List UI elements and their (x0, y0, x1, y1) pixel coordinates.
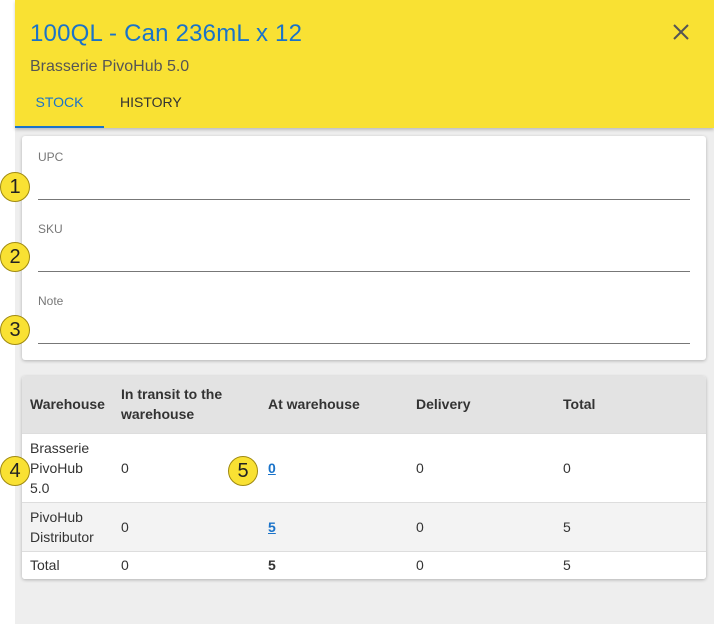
table-row: Brasserie PivoHub 5.0 0 0 0 0 (22, 432, 706, 502)
close-button[interactable] (670, 21, 692, 43)
total-at-warehouse: 5 (260, 550, 408, 579)
sku-label: SKU (38, 222, 63, 236)
table-total-row: Total 0 5 0 5 (22, 550, 706, 579)
delivery-value: 0 (408, 501, 555, 551)
at-warehouse-cell: 0 (260, 432, 408, 502)
col-total: Total (555, 376, 706, 433)
annotation-badge-5: 5 (228, 456, 258, 486)
dialog-header: 100QL - Can 236mL x 12 Brasserie PivoHub… (15, 0, 714, 128)
annotation-badge-1: 1 (0, 172, 30, 202)
product-title: 100QL - Can 236mL x 12 (30, 20, 303, 47)
at-warehouse-link[interactable]: 0 (268, 460, 276, 476)
total-value: 5 (555, 501, 706, 551)
total-label: Total (22, 550, 113, 579)
tab-stock[interactable]: STOCK (15, 94, 104, 128)
annotation-badge-2: 2 (0, 242, 30, 272)
upc-label: UPC (38, 150, 64, 164)
brewery-subtitle: Brasserie PivoHub 5.0 (30, 58, 190, 75)
total-total: 5 (555, 550, 706, 579)
close-icon (673, 24, 689, 40)
note-label: Note (38, 294, 64, 308)
col-delivery: Delivery (408, 376, 555, 433)
tab-history[interactable]: HISTORY (120, 94, 182, 128)
product-details-card: UPC SKU Note (22, 136, 706, 360)
annotation-badge-4: 4 (0, 456, 30, 486)
stock-table-card: Warehouse In transit to the warehouse At… (22, 376, 706, 579)
col-in-transit: In transit to the warehouse (113, 376, 260, 433)
table-header-row: Warehouse In transit to the warehouse At… (22, 376, 706, 433)
in-transit-value: 0 (113, 501, 260, 551)
upc-field: UPC (38, 150, 690, 200)
at-warehouse-link[interactable]: 5 (268, 519, 276, 535)
sku-input[interactable] (38, 244, 690, 272)
warehouse-name: Brasserie PivoHub 5.0 (22, 432, 113, 502)
at-warehouse-cell: 5 (260, 501, 408, 551)
col-at-warehouse: At warehouse (260, 376, 408, 433)
total-delivery: 0 (408, 550, 555, 579)
annotation-badge-3: 3 (0, 315, 30, 345)
total-in-transit: 0 (113, 550, 260, 579)
col-warehouse: Warehouse (22, 376, 113, 433)
sku-field: SKU (38, 222, 690, 272)
delivery-value: 0 (408, 432, 555, 502)
total-value: 0 (555, 432, 706, 502)
note-input[interactable] (38, 316, 690, 344)
upc-input[interactable] (38, 172, 690, 200)
stock-table: Warehouse In transit to the warehouse At… (22, 376, 706, 579)
table-row: PivoHub Distributor 0 5 0 5 (22, 501, 706, 551)
warehouse-name: PivoHub Distributor (22, 501, 113, 551)
note-field: Note (38, 294, 690, 344)
